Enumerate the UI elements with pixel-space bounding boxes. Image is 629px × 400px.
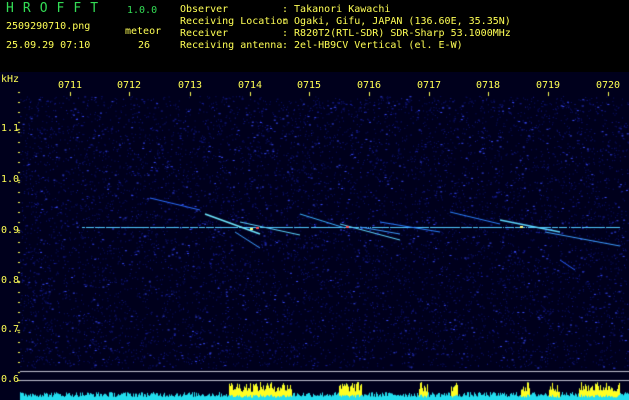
y-label-0-7: 0.7 (1, 324, 20, 335)
app-title: H R O F F T (6, 1, 99, 16)
y-label-1-1: 1.1 (1, 123, 20, 134)
receiver-label: Receiver (180, 28, 229, 39)
observer-value: : Takanori Kawachi (282, 4, 391, 15)
time-tick-0715: 0715 (297, 80, 322, 91)
date-time: 25.09.29 07:10 (6, 40, 91, 51)
time-tick-0717: 0717 (417, 80, 442, 91)
location-label: Receiving Location (180, 16, 289, 27)
time-tick-0714: 0714 (238, 80, 263, 91)
y-axis-unit: kHz (1, 74, 20, 85)
location-value: : Ogaki, Gifu, JAPAN (136.60E, 35.35N) (282, 16, 511, 27)
time-tick-0713: 0713 (178, 80, 203, 91)
antenna-label: Receiving antenna (180, 40, 283, 51)
receiver-value: : R820T2(RTL-SDR) SDR-Sharp 53.1000MHz (282, 28, 511, 39)
header-panel: H R O F F T 1.0.0 2509290710.png 25.09.2… (0, 0, 629, 72)
time-tick-0718: 0718 (476, 80, 501, 91)
time-tick-0711: 0711 (58, 80, 83, 91)
spectrogram-canvas (0, 72, 629, 400)
time-tick-0719: 0719 (536, 80, 561, 91)
time-tick-0712: 0712 (117, 80, 142, 91)
y-label-0-9: 0.9 (1, 225, 20, 236)
y-label-0-6: 0.6 (1, 374, 20, 385)
y-label-1-0: 1.0 (1, 174, 20, 185)
app-version: 1.0.0 (127, 5, 158, 16)
meteor-label: meteor (125, 26, 162, 37)
meteor-count: 26 (138, 40, 151, 51)
y-label-0-8: 0.8 (1, 275, 20, 286)
time-tick-0720: 0720 (596, 80, 621, 91)
antenna-value: : 2el-HB9CV Vertical (el. E-W) (282, 40, 463, 51)
file-name: 2509290710.png (6, 21, 91, 32)
time-tick-0716: 0716 (357, 80, 382, 91)
observer-label: Observer (180, 4, 229, 15)
